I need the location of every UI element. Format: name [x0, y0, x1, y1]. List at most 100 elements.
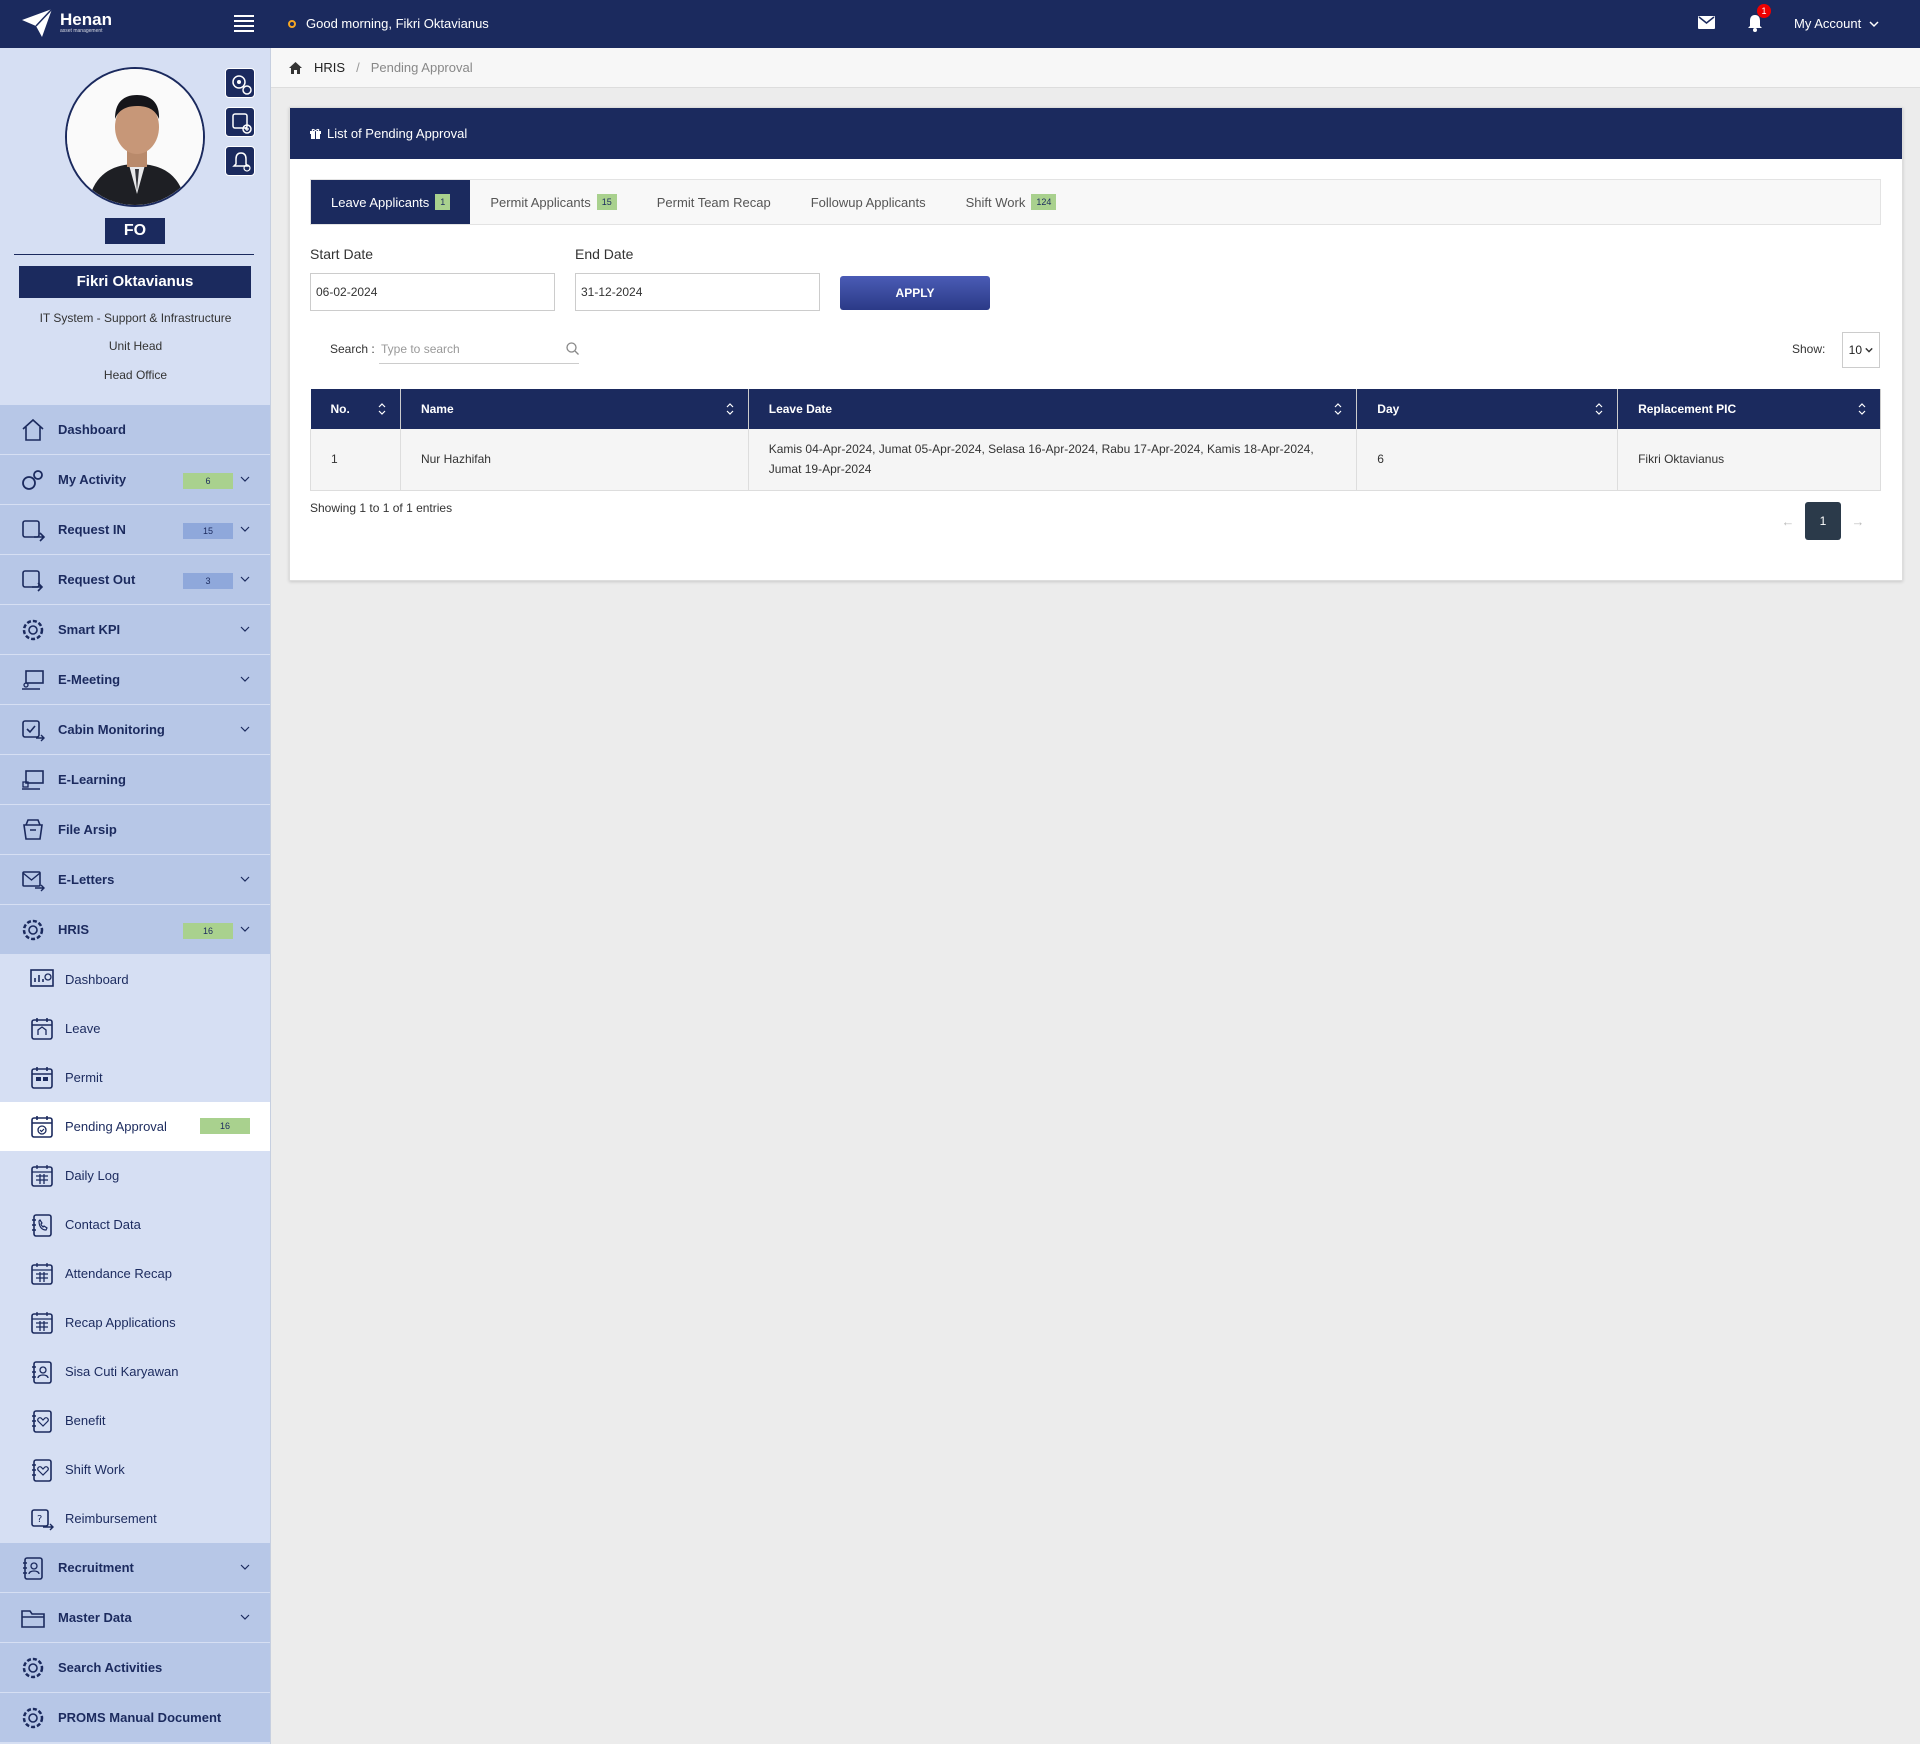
my-account-dropdown[interactable]: My Account	[1794, 16, 1879, 31]
profile-gear-icon	[232, 75, 252, 95]
tab-permit-team-recap[interactable]: Permit Team Recap	[637, 180, 791, 224]
tab-permit-applicants[interactable]: Permit Applicants 15	[470, 180, 636, 224]
hamburger-menu-icon[interactable]	[234, 15, 254, 33]
tab-shift-work[interactable]: Shift Work 124	[946, 180, 1077, 224]
apply-button[interactable]: APPLY	[840, 276, 990, 310]
tab-leave-applicants[interactable]: Leave Applicants 1	[311, 180, 471, 224]
quick-settings-button[interactable]	[225, 68, 255, 98]
sidebar-item-recruitment[interactable]: Recruitment	[0, 1543, 270, 1593]
pagination-page-1[interactable]: 1	[1805, 502, 1841, 540]
end-date-label: End Date	[575, 246, 634, 262]
sidebar-subitem-permit[interactable]: Permit	[0, 1053, 270, 1102]
tab-badge: 1	[435, 194, 451, 210]
tab-badge: 15	[596, 194, 617, 210]
sidebar-item-dashboard[interactable]: Dashboard	[0, 405, 270, 455]
sidebar-item-label: Pending Approval	[65, 1119, 167, 1134]
quick-notification-button[interactable]	[225, 146, 255, 176]
column-header-day[interactable]: Day	[1356, 389, 1619, 429]
sidebar-item-label: Attendance Recap	[65, 1266, 172, 1281]
start-date-input[interactable]: 06-02-2024	[310, 273, 555, 311]
breadcrumb-separator: /	[356, 60, 360, 75]
sidebar-item-my-activity[interactable]: My Activity 6	[0, 455, 270, 505]
search-icon[interactable]	[566, 342, 579, 355]
sidebar-subitem-contact-data[interactable]: Contact Data	[0, 1200, 270, 1249]
page-size-value: 10	[1848, 343, 1862, 357]
sidebar-item-e-learning[interactable]: E-Learning	[0, 755, 270, 805]
tab-followup-applicants[interactable]: Followup Applicants	[791, 180, 946, 224]
sidebar-item-smart-kpi[interactable]: Smart KPI	[0, 605, 270, 655]
end-date-input[interactable]: 31-12-2024	[575, 273, 820, 311]
mail-icon[interactable]	[1698, 16, 1715, 29]
chevron-down-icon	[240, 676, 250, 682]
sidebar-subitem-daily-log[interactable]: Daily Log	[0, 1151, 270, 1200]
sort-icon	[1595, 403, 1603, 415]
card-header: List of Pending Approval	[290, 108, 1902, 159]
breadcrumb-hris-link[interactable]: HRIS	[314, 60, 345, 75]
sidebar-subitem-shift-work[interactable]: Shift Work	[0, 1445, 270, 1494]
sidebar-subitem-sisa-cuti[interactable]: Sisa Cuti Karyawan	[0, 1347, 270, 1396]
user-initials: FO	[105, 218, 165, 244]
sidebar-item-cabin-monitoring[interactable]: Cabin Monitoring	[0, 705, 270, 755]
sidebar-item-label: Contact Data	[65, 1217, 141, 1232]
sidebar-item-label: Recap Applications	[65, 1315, 176, 1330]
column-header-leave-date[interactable]: Leave Date	[748, 389, 1358, 429]
sidebar-subitem-reimbursement[interactable]: ? Reimbursement	[0, 1494, 270, 1543]
pending-approval-card: List of Pending Approval Leave Applicant…	[289, 107, 1903, 581]
brand-logo[interactable]: Henan asset management	[20, 6, 112, 40]
table-row[interactable]: 1 Nur Hazhifah Kamis 04-Apr-2024, Jumat …	[310, 429, 1881, 491]
paper-plane-icon	[22, 8, 53, 37]
chevron-down-icon	[240, 476, 250, 482]
chevron-down-icon	[240, 626, 250, 632]
user-location: Head Office	[103, 368, 168, 382]
sort-icon	[1334, 403, 1342, 415]
sidebar-item-request-out[interactable]: Request Out 3	[0, 555, 270, 605]
chevron-down-icon	[240, 726, 250, 732]
sidebar-item-master-data[interactable]: Master Data	[0, 1593, 270, 1643]
sidebar-item-label: Daily Log	[65, 1168, 120, 1183]
profile-panel: FO Fikri Oktavianus IT System - Support …	[0, 48, 270, 405]
sidebar-subitem-pending-approval[interactable]: Pending Approval 16	[0, 1102, 270, 1151]
sidebar-subitem-attendance-recap[interactable]: Attendance Recap	[0, 1249, 270, 1298]
sidebar-item-e-letters[interactable]: E-Letters	[0, 855, 270, 905]
start-date-label: Start Date	[310, 246, 374, 262]
heart-book-icon	[32, 1458, 52, 1482]
page-size-select[interactable]: 10	[1842, 332, 1880, 368]
count-badge: 6	[183, 473, 233, 489]
avatar[interactable]	[65, 67, 205, 207]
notification-badge: 1	[1757, 4, 1771, 18]
column-header-name[interactable]: Name	[400, 389, 749, 429]
sort-icon	[1858, 403, 1866, 415]
sidebar-item-request-in[interactable]: Request IN 15	[0, 505, 270, 555]
pagination-next[interactable]: →	[1841, 514, 1875, 529]
calendar-grid-icon	[31, 1066, 53, 1089]
sidebar-item-hris[interactable]: HRIS 16	[0, 905, 270, 955]
sidebar-item-e-meeting[interactable]: E-Meeting	[0, 655, 270, 705]
sidebar-subitem-hris-dashboard[interactable]: Dashboard	[0, 955, 270, 1004]
quick-request-button[interactable]	[225, 107, 255, 137]
home-icon[interactable]	[289, 61, 302, 74]
sidebar-item-label: E-Letters	[58, 872, 115, 887]
reimbursement-icon: ?	[31, 1508, 54, 1530]
search-input[interactable]: Type to search	[379, 334, 579, 364]
sidebar-item-proms-manual[interactable]: PROMS Manual Document	[0, 1693, 270, 1743]
monitoring-icon	[22, 719, 45, 741]
home-icon	[22, 418, 44, 441]
calendar-icon	[31, 1164, 53, 1187]
gift-icon	[310, 128, 321, 139]
sidebar-item-file-arsip[interactable]: File Arsip	[0, 805, 270, 855]
status-dot-icon	[288, 19, 296, 28]
sidebar-subitem-benefit[interactable]: Benefit	[0, 1396, 270, 1445]
search-label: Search :	[330, 342, 375, 356]
pagination-prev[interactable]: ←	[1771, 514, 1805, 529]
count-badge: 16	[183, 923, 233, 939]
calendar-house-icon	[31, 1017, 53, 1040]
sidebar-subitem-recap-applications[interactable]: Recap Applications	[0, 1298, 270, 1347]
column-header-no[interactable]: No.	[310, 389, 401, 429]
sidebar-subitem-leave[interactable]: Leave	[0, 1004, 270, 1053]
column-header-replacement-pic[interactable]: Replacement PIC	[1617, 389, 1881, 429]
calendar-icon	[31, 1311, 53, 1334]
tab-badge: 124	[1031, 194, 1057, 210]
chevron-down-icon	[240, 926, 250, 932]
sidebar-item-search-activities[interactable]: Search Activities	[0, 1643, 270, 1693]
sidebar-item-label: Request IN	[58, 522, 126, 537]
